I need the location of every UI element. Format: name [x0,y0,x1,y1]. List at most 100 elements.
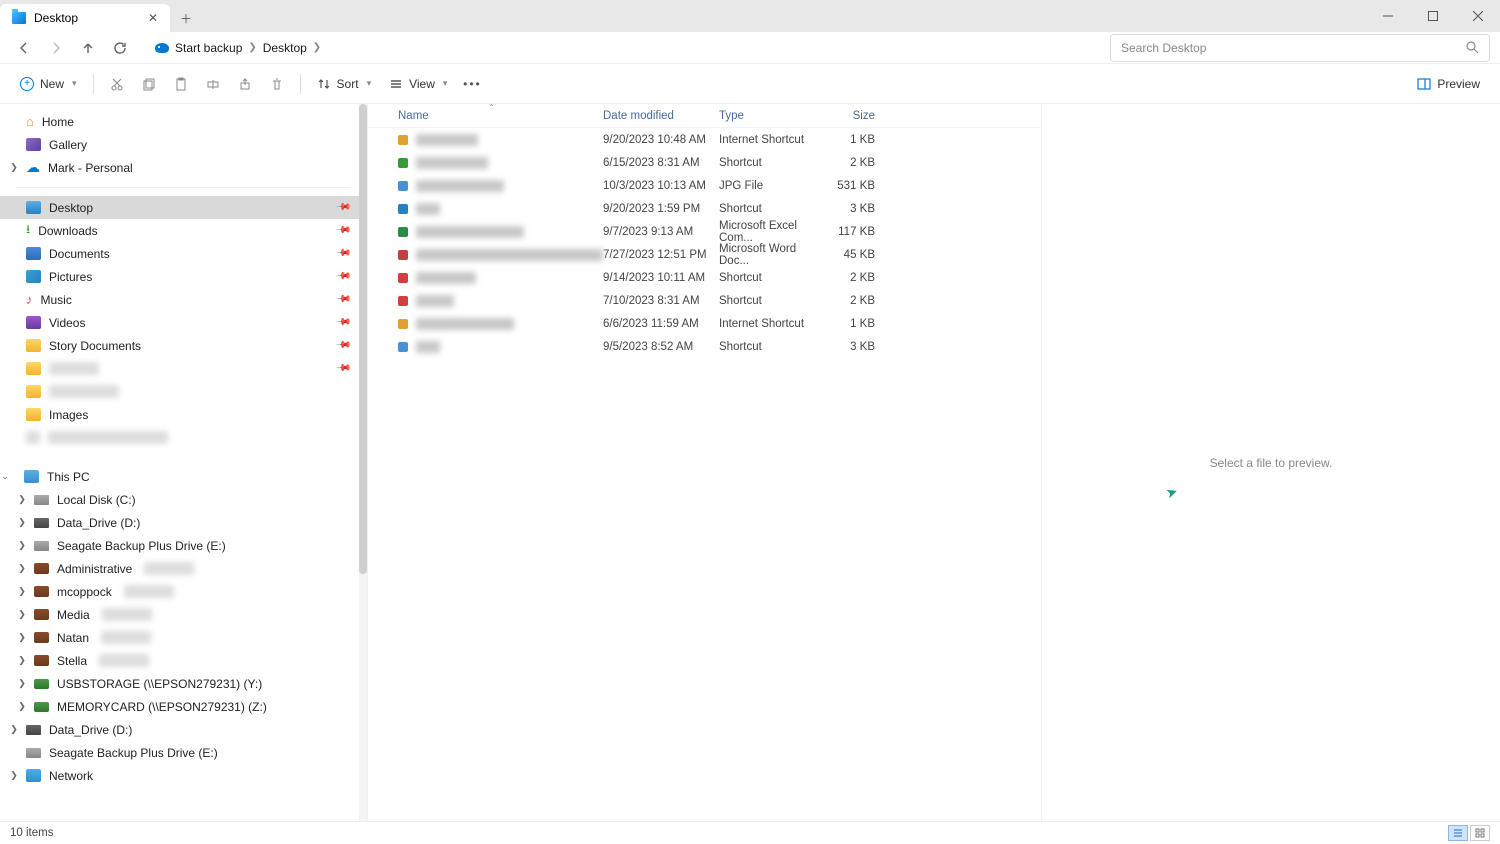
sidebar-item-blurred[interactable] [0,426,367,449]
sidebar-seagate-e[interactable]: ❯Seagate Backup Plus Drive (E:) [0,534,367,557]
chevron-down-icon[interactable]: ⌄ [0,471,11,482]
refresh-button[interactable] [106,34,134,62]
paste-icon [174,77,188,91]
preview-pane-button[interactable]: Preview [1409,73,1488,95]
search-input[interactable]: Search Desktop [1110,34,1490,62]
sidebar-mcoppock[interactable]: ❯mcoppock [0,580,367,603]
file-row[interactable]: 7/10/2023 8:31 AMShortcut2 KB [368,289,1041,312]
sidebar-item-blurred[interactable]: 📌 [0,357,367,380]
sidebar-usbstorage[interactable]: ❯USBSTORAGE (\\EPSON279231) (Y:) [0,672,367,695]
file-row[interactable]: 9/7/2023 9:13 AMMicrosoft Excel Com...11… [368,220,1041,243]
back-button[interactable] [10,34,38,62]
column-type[interactable]: Type [719,110,817,122]
sidebar-home[interactable]: ⌂Home [0,110,367,133]
separator [16,187,351,188]
sidebar-data-drive-d-2[interactable]: ❯Data_Drive (D:) [0,718,367,741]
file-row[interactable]: 6/15/2023 8:31 AMShortcut2 KB [368,151,1041,174]
sort-button[interactable]: Sort ▾ [309,73,380,95]
view-button[interactable]: View ▾ [381,73,455,95]
cut-button[interactable] [102,73,132,95]
rename-button[interactable] [198,73,228,95]
sidebar-this-pc[interactable]: ⌄This PC [0,465,367,488]
column-name[interactable]: Name [398,110,603,122]
breadcrumb-start-backup[interactable]: Start backup [155,41,242,55]
sidebar-videos[interactable]: Videos📌 [0,311,367,334]
tab-close-icon[interactable]: ✕ [148,11,158,25]
scrollbar-thumb[interactable] [359,104,367,574]
breadcrumb[interactable]: Start backup ❯ Desktop ❯ [146,34,1098,62]
delete-button[interactable] [262,73,292,95]
sidebar-gallery[interactable]: Gallery [0,133,367,156]
minimize-button[interactable] [1365,0,1410,32]
sidebar-music[interactable]: ♪Music📌 [0,288,367,311]
copy-button[interactable] [134,73,164,95]
chevron-right-icon[interactable]: ❯ [16,701,28,712]
breadcrumb-desktop[interactable]: Desktop [263,41,307,55]
chevron-right-icon[interactable]: ❯ [16,540,28,551]
chevron-right-icon[interactable]: ❯ [16,655,28,666]
network-share-icon [34,586,49,597]
file-row[interactable]: 9/14/2023 10:11 AMShortcut2 KB [368,266,1041,289]
pin-icon: 📌 [334,245,351,262]
file-row[interactable]: 10/3/2023 10:13 AMJPG File531 KB [368,174,1041,197]
sidebar-seagate-e-2[interactable]: Seagate Backup Plus Drive (E:) [0,741,367,764]
sidebar-documents[interactable]: Documents📌 [0,242,367,265]
sidebar-images[interactable]: Images [0,403,367,426]
more-button[interactable]: ••• [457,73,487,95]
sidebar-administrative[interactable]: ❯Administrative [0,557,367,580]
close-window-button[interactable] [1455,0,1500,32]
download-icon: ⭳ [26,220,30,241]
chevron-right-icon[interactable]: ❯ [8,724,20,735]
chevron-right-icon[interactable]: ❯ [16,494,28,505]
sidebar-item-blurred[interactable] [0,380,367,403]
sidebar-natan[interactable]: ❯Natan [0,626,367,649]
new-tab-button[interactable]: ＋ [170,4,202,32]
chevron-right-icon[interactable]: ❯ [16,586,28,597]
window-tab[interactable]: Desktop ✕ [0,4,170,32]
chevron-right-icon[interactable]: ❯ [16,517,28,528]
thumbnails-view-toggle[interactable] [1470,825,1490,841]
column-date[interactable]: Date modified [603,110,719,122]
file-row[interactable]: 9/20/2023 1:59 PMShortcut3 KB [368,197,1041,220]
paste-button[interactable] [166,73,196,95]
chevron-right-icon[interactable]: ❯ [16,609,28,620]
search-placeholder: Search Desktop [1121,41,1206,55]
chevron-right-icon[interactable]: ❯ [16,632,28,643]
sidebar-data-drive-d[interactable]: ❯Data_Drive (D:) [0,511,367,534]
file-list[interactable]: ⌃ Name Date modified Type Size 9/20/2023… [368,104,1042,821]
sidebar-media[interactable]: ❯Media [0,603,367,626]
sidebar-onedrive-personal[interactable]: ❯☁Mark - Personal [0,156,367,179]
folder-icon [26,339,41,352]
sidebar-pictures[interactable]: Pictures📌 [0,265,367,288]
file-row[interactable]: 9/5/2023 8:52 AMShortcut3 KB [368,335,1041,358]
maximize-button[interactable] [1410,0,1455,32]
chevron-right-icon[interactable]: ❯ [8,162,20,173]
search-icon [1466,41,1479,54]
file-size: 45 KB [817,249,881,261]
sidebar-desktop[interactable]: Desktop📌 [0,196,367,219]
chevron-right-icon[interactable]: ❯ [16,563,28,574]
sidebar-scrollbar[interactable] [359,104,367,821]
sidebar-stella[interactable]: ❯Stella [0,649,367,672]
sidebar-memorycard[interactable]: ❯MEMORYCARD (\\EPSON279231) (Z:) [0,695,367,718]
file-row[interactable]: 9/20/2023 10:48 AMInternet Shortcut1 KB [368,128,1041,151]
sidebar-downloads[interactable]: ⭳Downloads📌 [0,219,367,242]
file-row[interactable]: 7/27/2023 12:51 PMMicrosoft Word Doc...4… [368,243,1041,266]
column-size[interactable]: Size [817,110,881,122]
blurred-filename [416,134,478,146]
details-view-toggle[interactable] [1448,825,1468,841]
file-row[interactable]: 6/6/2023 11:59 AMInternet Shortcut1 KB [368,312,1041,335]
forward-button[interactable] [42,34,70,62]
share-button[interactable] [230,73,260,95]
sidebar-local-disk-c[interactable]: ❯Local Disk (C:) [0,488,367,511]
pin-icon: 📌 [334,268,351,285]
pin-icon: 📌 [334,291,351,308]
sidebar-story-documents[interactable]: Story Documents📌 [0,334,367,357]
chevron-right-icon[interactable]: ❯ [16,678,28,689]
new-button[interactable]: + New ▾ [12,73,85,95]
sidebar-network[interactable]: ❯Network [0,764,367,787]
titlebar: Desktop ✕ ＋ [0,0,1500,32]
up-button[interactable] [74,34,102,62]
file-size: 117 KB [817,226,881,238]
chevron-right-icon[interactable]: ❯ [8,770,20,781]
